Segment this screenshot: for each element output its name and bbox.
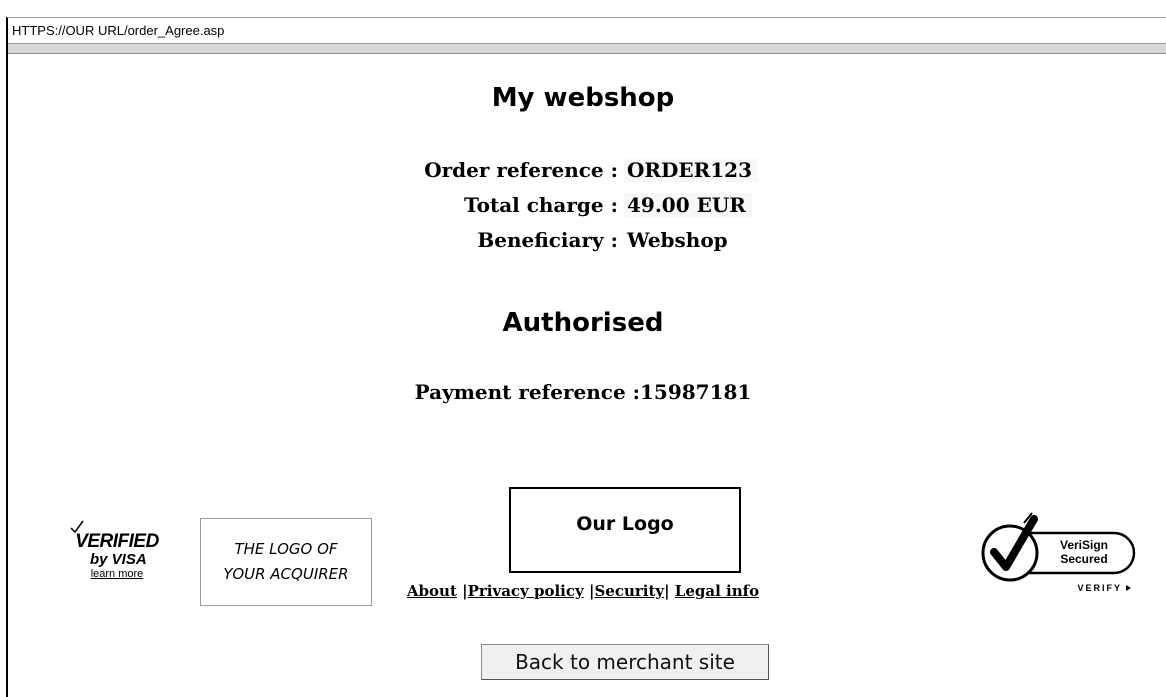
verisign-secured-seal[interactable]: VeriSign Secured VERIFY xyxy=(972,505,1142,595)
beneficiary-label: Beneficiary : xyxy=(477,228,618,252)
security-link[interactable]: Security xyxy=(594,582,664,600)
visa-verified-text: VERIFIED xyxy=(75,531,159,552)
privacy-policy-link[interactable]: Privacy policy xyxy=(468,582,584,600)
toolbar-divider xyxy=(8,44,1166,54)
order-reference-value: ORDER123 xyxy=(624,158,758,182)
beneficiary-value: Webshop xyxy=(627,228,728,252)
verisign-name: VeriSign xyxy=(1060,538,1108,552)
visa-learn-more-link[interactable]: learn more xyxy=(62,567,172,581)
about-link[interactable]: About xyxy=(407,582,457,600)
order-reference-row: Order reference : ORDER123 xyxy=(0,158,1166,193)
order-reference-label: Order reference : xyxy=(424,158,618,182)
legal-info-link[interactable]: Legal info xyxy=(675,582,759,600)
link-separator: | xyxy=(664,582,675,600)
total-charge-value: 49.00 EUR xyxy=(624,193,752,217)
merchant-logo: Our Logo xyxy=(509,487,741,573)
total-charge-row: Total charge : 49.00 EUR xyxy=(0,193,1166,228)
page-title: My webshop xyxy=(491,83,675,113)
url-text: HTTPS://OUR URL/order_Agree.asp xyxy=(12,23,225,38)
verisign-arrow-icon xyxy=(1126,585,1131,591)
payment-status: Authorised xyxy=(502,308,664,338)
verisign-secured-text: Secured xyxy=(1060,552,1107,566)
order-details: Order reference : ORDER123 Total charge … xyxy=(0,158,1166,263)
acquirer-logo-line1: THE LOGO OF xyxy=(234,540,338,558)
visa-by-text: by VISA xyxy=(90,551,147,568)
address-bar[interactable]: HTTPS://OUR URL/order_Agree.asp xyxy=(8,18,1166,44)
visa-check-icon xyxy=(70,520,84,534)
beneficiary-row: Beneficiary : Webshop xyxy=(0,228,1166,263)
payment-reference: Payment reference :15987181 xyxy=(414,380,752,404)
back-to-merchant-button[interactable]: Back to merchant site xyxy=(481,644,769,680)
total-charge-label: Total charge : xyxy=(464,193,618,217)
verisign-verify-text: VERIFY xyxy=(1077,583,1122,593)
